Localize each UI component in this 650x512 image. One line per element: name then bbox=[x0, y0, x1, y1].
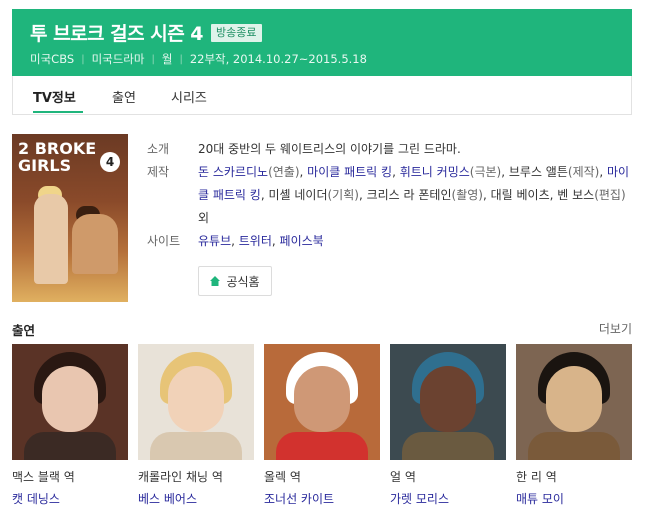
cast-photo-face bbox=[168, 366, 224, 432]
cast-photo-body bbox=[528, 432, 620, 460]
site-label: 사이트 bbox=[147, 234, 181, 248]
cast-card[interactable]: 맥스 블랙 역캣 데닝스 bbox=[12, 344, 128, 507]
production-credit-name: 미셸 네이더 bbox=[268, 188, 328, 202]
cast-card[interactable]: 캐롤라인 채닝 역베스 베어스 bbox=[138, 344, 254, 507]
home-icon bbox=[210, 276, 221, 286]
cast-card[interactable]: 올렉 역조너선 카이트 bbox=[264, 344, 380, 507]
site-link-youtube[interactable]: 유튜브 bbox=[198, 234, 231, 248]
program-meta: 미국CBS | 미국드라마 | 월 | 22부작, 2014.10.27~201… bbox=[30, 51, 367, 67]
cast-role: 캐롤라인 채닝 역 bbox=[138, 470, 223, 484]
production-credit-name[interactable]: 휘트니 커밍스 bbox=[400, 165, 470, 179]
meta-divider: | bbox=[179, 53, 183, 65]
intro-row: 소개 20대 중반의 두 웨이트리스의 이야기를 그린 드라마. bbox=[147, 138, 632, 161]
site-row: 사이트 유튜브, 트위터, 페이스북 bbox=[147, 230, 632, 253]
site-link-facebook[interactable]: 페이스북 bbox=[280, 234, 324, 248]
cast-photo[interactable] bbox=[264, 344, 380, 460]
production-credit-name: 대릴 베이츠 bbox=[490, 188, 550, 202]
cast-more-link[interactable]: 더보기 bbox=[599, 320, 632, 337]
site-separator: , bbox=[231, 234, 239, 248]
production-credit-role: (기획) bbox=[327, 188, 359, 202]
production-credit-role: (극본) bbox=[469, 165, 502, 179]
tab-series[interactable]: 시리즈 bbox=[171, 87, 207, 106]
production-list: 돈 스카르디노(연출), 마이클 패트릭 킹, 휘트니 커밍스(극본), 브루스… bbox=[198, 165, 629, 225]
poster-figure bbox=[34, 194, 68, 284]
program-title[interactable]: 투 브로크 걸즈 시즌 4 bbox=[30, 19, 204, 46]
cast-photo-face bbox=[420, 366, 476, 432]
cast-photo-face bbox=[546, 366, 602, 432]
production-row: 제작 돈 스카르디노(연출), 마이클 패트릭 킹, 휘트니 커밍스(극본), … bbox=[147, 161, 632, 230]
intro-label: 소개 bbox=[147, 142, 170, 156]
meta-day: 월 bbox=[161, 52, 173, 66]
cast-photo-face bbox=[294, 366, 350, 432]
meta-genre: 미국드라마 bbox=[91, 52, 145, 66]
production-credit-name: 브루스 앨튼 bbox=[508, 165, 568, 179]
meta-episodes-dates: 22부작, 2014.10.27~2015.5.18 bbox=[189, 52, 367, 66]
production-credit-name[interactable]: 돈 스카르디노 bbox=[198, 165, 268, 179]
cast-actor-name[interactable]: 조너선 카이트 bbox=[264, 490, 380, 507]
site-separator: , bbox=[271, 234, 280, 248]
production-credit-role: (촬영) bbox=[451, 188, 483, 202]
cast-role: 올렉 역 bbox=[264, 470, 301, 484]
cast-photo-body bbox=[24, 432, 116, 460]
production-credit-name: 벤 보스 bbox=[557, 188, 595, 202]
cast-photo-body bbox=[276, 432, 368, 460]
cast-photo-face bbox=[42, 366, 98, 432]
cast-photo-body bbox=[150, 432, 242, 460]
cast-section-header: 출연 더보기 bbox=[12, 320, 632, 338]
status-badge: 방송종료 bbox=[211, 23, 262, 42]
cast-photo[interactable] bbox=[516, 344, 632, 460]
meta-divider: | bbox=[81, 53, 85, 65]
official-home-button[interactable]: 공식홈 bbox=[198, 266, 272, 296]
cast-role: 한 리 역 bbox=[516, 470, 557, 484]
production-separator: , bbox=[392, 165, 400, 179]
production-credit-role: (연출) bbox=[268, 165, 300, 179]
tab-cast[interactable]: 출연 bbox=[112, 87, 136, 106]
meta-divider: | bbox=[151, 53, 155, 65]
cast-photo-body bbox=[402, 432, 494, 460]
production-separator: , bbox=[482, 188, 491, 202]
production-credit-name[interactable]: 마이클 패트릭 킹 bbox=[307, 165, 392, 179]
production-credit-role: (제작) bbox=[567, 165, 600, 179]
cast-photo[interactable] bbox=[12, 344, 128, 460]
cast-actor-name[interactable]: 베스 베어스 bbox=[138, 490, 254, 507]
cast-actor-name[interactable]: 매튜 모이 bbox=[516, 490, 632, 507]
site-link-twitter[interactable]: 트위터 bbox=[239, 234, 272, 248]
poster-season-badge: 4 bbox=[100, 152, 120, 172]
intro-text: 20대 중반의 두 웨이트리스의 이야기를 그린 드라마. bbox=[198, 142, 461, 156]
production-separator: , bbox=[599, 165, 607, 179]
production-separator: , bbox=[358, 188, 367, 202]
title-row: 투 브로크 걸즈 시즌 4 방송종료 bbox=[30, 19, 262, 46]
program-poster[interactable]: 2 BROKE GIRLS 4 bbox=[12, 134, 128, 302]
cast-photo[interactable] bbox=[390, 344, 506, 460]
production-credit-role: (편집) bbox=[594, 188, 626, 202]
cast-card[interactable]: 한 리 역매튜 모이 bbox=[516, 344, 632, 507]
cast-role: 맥스 블랙 역 bbox=[12, 470, 75, 484]
cast-card[interactable]: 얼 역가렛 모리스 bbox=[390, 344, 506, 507]
production-separator: 외 bbox=[198, 211, 210, 225]
cast-photo[interactable] bbox=[138, 344, 254, 460]
tab-tv-info[interactable]: TV정보 bbox=[33, 87, 76, 106]
poster-figure bbox=[72, 214, 118, 274]
meta-channel: 미국CBS bbox=[30, 52, 75, 66]
production-credit-name: 크리스 라 폰테인 bbox=[366, 188, 452, 202]
official-home-label: 공식홈 bbox=[226, 274, 260, 289]
cast-actor-name[interactable]: 캣 데닝스 bbox=[12, 490, 128, 507]
poster-title: 2 BROKE GIRLS bbox=[18, 139, 97, 175]
production-label: 제작 bbox=[147, 165, 170, 179]
cast-role: 얼 역 bbox=[390, 470, 416, 484]
active-tab-indicator bbox=[33, 111, 83, 113]
program-info: 소개 20대 중반의 두 웨이트리스의 이야기를 그린 드라마. 제작 돈 스카… bbox=[147, 138, 632, 296]
production-separator: , bbox=[501, 165, 509, 179]
production-separator: , bbox=[299, 165, 308, 179]
program-header: 투 브로크 걸즈 시즌 4 방송종료 미국CBS | 미국드라마 | 월 | 2… bbox=[12, 9, 632, 76]
tab-bar: TV정보 출연 시리즈 bbox=[12, 76, 632, 115]
cast-actor-name[interactable]: 가렛 모리스 bbox=[390, 490, 506, 507]
cast-section-title: 출연 bbox=[12, 323, 36, 338]
